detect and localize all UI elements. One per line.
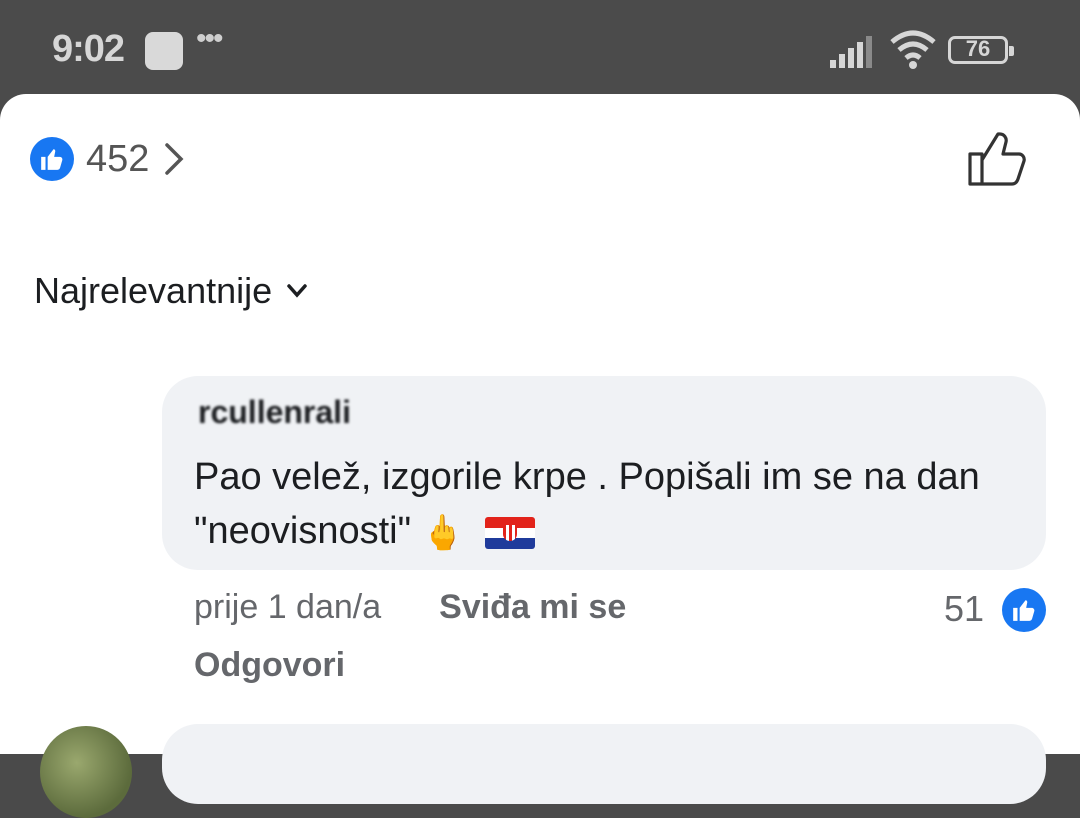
reaction-count: 452 — [86, 137, 150, 180]
reply-button[interactable]: Odgovori — [194, 646, 345, 685]
comment-time: prije 1 dan/a — [194, 588, 382, 626]
like-post-button[interactable] — [966, 130, 1028, 188]
battery-level: 76 — [965, 36, 991, 61]
comments-sheet: 452 Najrelevantnije rcullenrali Pao vele… — [0, 94, 1080, 818]
like-comment-button[interactable]: Sviđa mi se — [439, 588, 626, 627]
signal-icon — [830, 36, 872, 68]
comment-text: Pao velež, izgorile krpe . Popišali im s… — [194, 450, 1024, 560]
like-reaction-icon — [1002, 588, 1046, 632]
comment-bubble[interactable] — [162, 724, 1046, 804]
croatia-flag-icon — [484, 516, 535, 549]
status-bar: 9:02 ••• 76 — [0, 0, 1080, 100]
comment-body: Pao velež, izgorile krpe . Popišali im s… — [194, 456, 980, 552]
comment-bubble[interactable]: rcullenrali Pao velež, izgorile krpe . P… — [162, 376, 1046, 570]
like-reaction-icon — [30, 137, 74, 181]
comment-like-count[interactable]: 51 — [944, 588, 984, 630]
battery-icon: 76 — [948, 36, 1014, 64]
chevron-right-icon — [165, 143, 184, 175]
middle-finger-emoji-icon: 🖕 — [421, 513, 464, 552]
reactions-summary[interactable]: 452 — [30, 134, 185, 184]
chevron-down-icon — [287, 284, 307, 298]
app-notification-icon — [145, 32, 183, 70]
sort-label: Najrelevantnije — [34, 270, 273, 311]
more-notifications-icon: ••• — [196, 22, 223, 55]
wifi-icon — [890, 30, 936, 69]
sort-dropdown[interactable]: Najrelevantnije — [34, 270, 308, 312]
status-time: 9:02 — [52, 28, 125, 70]
comment-author[interactable]: rcullenrali — [198, 394, 351, 431]
avatar[interactable] — [40, 726, 132, 818]
comment-meta: prije 1 dan/a Sviđa mi se — [194, 588, 626, 627]
